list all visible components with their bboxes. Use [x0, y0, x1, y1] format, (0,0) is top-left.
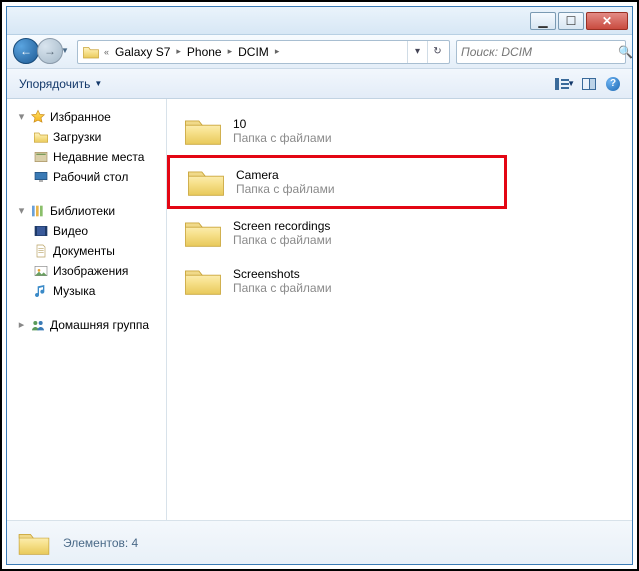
navbar: ← → ▼ « Galaxy S7 ▸ Phone ▸ DCIM ▸ ▾ ↻ 🔍: [7, 35, 632, 69]
sidebar-item-libraries[interactable]: ▾ Библиотеки: [11, 201, 162, 221]
explorer-window: ▁ ☐ ✕ ← → ▼ « Galaxy S7 ▸ Phone ▸ DCIM ▸…: [6, 6, 633, 565]
search-icon: 🔍: [618, 45, 633, 59]
breadcrumb-part[interactable]: Phone: [183, 45, 226, 59]
forward-button[interactable]: →: [37, 38, 63, 64]
minimize-button[interactable]: ▁: [530, 12, 556, 30]
sidebar-item-favorites[interactable]: ▾ Избранное: [11, 107, 162, 127]
body: ▾ Избранное Загрузки Недавние места Ра: [7, 99, 632, 520]
back-button[interactable]: ←: [13, 38, 39, 64]
close-icon: ✕: [602, 14, 612, 28]
chevron-right-icon[interactable]: ▸: [226, 46, 235, 57]
star-icon: [30, 109, 46, 125]
sidebar-item-video[interactable]: Видео: [11, 221, 162, 241]
folder-icon: [82, 43, 100, 61]
toolbar: Упорядочить ▼ ▼ ?: [7, 69, 632, 99]
item-name: Screen recordings: [233, 219, 332, 233]
titlebar: ▁ ☐ ✕: [7, 7, 632, 35]
item-subtitle: Папка с файлами: [236, 182, 335, 196]
close-button[interactable]: ✕: [586, 12, 628, 30]
content-pane[interactable]: 10 Папка с файлами Camera Папка с файлам…: [167, 99, 632, 520]
sidebar-item-desktop[interactable]: Рабочий стол: [11, 167, 162, 187]
tree-group-libraries: ▾ Библиотеки Видео Документы Изображения: [11, 201, 162, 301]
music-icon: [33, 283, 49, 299]
status-text: Элементов: 4: [63, 536, 138, 550]
nav-history-dropdown[interactable]: ▼: [61, 46, 69, 55]
item-subtitle: Папка с файлами: [233, 131, 332, 145]
sidebar-label: Загрузки: [53, 130, 101, 144]
folder-icon: [183, 263, 223, 299]
help-button[interactable]: ?: [602, 73, 624, 95]
breadcrumb[interactable]: « Galaxy S7 ▸ Phone ▸ DCIM ▸ ▾ ↻: [77, 40, 450, 64]
sidebar-item-recent[interactable]: Недавние места: [11, 147, 162, 167]
preview-pane-icon: [582, 78, 596, 90]
expand-icon[interactable]: ▾: [17, 207, 26, 216]
video-icon: [33, 223, 49, 239]
view-icon: [555, 78, 565, 90]
sidebar-label: Недавние места: [53, 150, 144, 164]
organize-label: Упорядочить: [19, 77, 90, 91]
image-icon: [33, 263, 49, 279]
sidebar-label: Избранное: [50, 110, 111, 124]
search-box[interactable]: 🔍: [456, 40, 626, 64]
libraries-icon: [30, 203, 46, 219]
view-options-button[interactable]: ▼: [554, 73, 576, 95]
sidebar-item-music[interactable]: Музыка: [11, 281, 162, 301]
tree-group-favorites: ▾ Избранное Загрузки Недавние места Ра: [11, 107, 162, 187]
chevron-right-icon[interactable]: ▸: [174, 46, 183, 57]
folder-icon: [186, 164, 226, 200]
recent-icon: [33, 149, 49, 165]
breadcrumb-dropdown[interactable]: ▾: [407, 41, 427, 63]
help-icon: ?: [606, 77, 620, 91]
list-item[interactable]: Camera Папка с файлами: [167, 155, 507, 209]
maximize-button[interactable]: ☐: [558, 12, 584, 30]
sidebar-label: Библиотеки: [50, 204, 115, 218]
item-subtitle: Папка с файлами: [233, 233, 332, 247]
folder-icon: [17, 528, 51, 558]
list-item[interactable]: 10 Папка с файлами: [167, 107, 507, 155]
item-name: Screenshots: [233, 267, 332, 281]
list-item[interactable]: Screenshots Папка с файлами: [167, 257, 507, 305]
chevron-down-icon: ▼: [94, 79, 102, 88]
homegroup-icon: [30, 317, 46, 333]
sidebar-item-homegroup[interactable]: ▸ Домашняя группа: [11, 315, 162, 335]
sidebar-label: Документы: [53, 244, 115, 258]
folder-icon: [33, 129, 49, 145]
sidebar-label: Рабочий стол: [53, 170, 128, 184]
list-item[interactable]: Screen recordings Папка с файлами: [167, 209, 507, 257]
arrow-left-icon: ←: [20, 44, 32, 58]
sidebar-label: Видео: [53, 224, 88, 238]
nav-buttons: ← → ▼: [13, 38, 71, 66]
item-name: Camera: [236, 168, 335, 182]
expand-icon[interactable]: ▸: [17, 321, 26, 330]
desktop-icon: [33, 169, 49, 185]
organize-button[interactable]: Упорядочить ▼: [15, 75, 106, 93]
folder-icon: [183, 215, 223, 251]
maximize-icon: ☐: [566, 14, 577, 28]
sidebar-item-images[interactable]: Изображения: [11, 261, 162, 281]
preview-pane-button[interactable]: [578, 73, 600, 95]
sidebar: ▾ Избранное Загрузки Недавние места Ра: [7, 99, 167, 520]
item-name: 10: [233, 117, 332, 131]
document-icon: [33, 243, 49, 259]
tree-group-homegroup: ▸ Домашняя группа: [11, 315, 162, 335]
breadcrumb-prefix: «: [102, 47, 111, 57]
item-subtitle: Папка с файлами: [233, 281, 332, 295]
breadcrumb-part[interactable]: DCIM: [234, 45, 273, 59]
sidebar-label: Домашняя группа: [50, 318, 149, 332]
refresh-button[interactable]: ↻: [427, 41, 447, 63]
sidebar-label: Изображения: [53, 264, 128, 278]
chevron-right-icon[interactable]: ▸: [273, 46, 282, 57]
minimize-icon: ▁: [538, 14, 547, 28]
sidebar-item-documents[interactable]: Документы: [11, 241, 162, 261]
search-input[interactable]: [461, 45, 618, 59]
sidebar-label: Музыка: [53, 284, 95, 298]
sidebar-item-downloads[interactable]: Загрузки: [11, 127, 162, 147]
expand-icon[interactable]: ▾: [17, 113, 26, 122]
arrow-right-icon: →: [44, 44, 56, 58]
breadcrumb-part[interactable]: Galaxy S7: [111, 45, 174, 59]
folder-icon: [183, 113, 223, 149]
statusbar: Элементов: 4: [7, 520, 632, 564]
